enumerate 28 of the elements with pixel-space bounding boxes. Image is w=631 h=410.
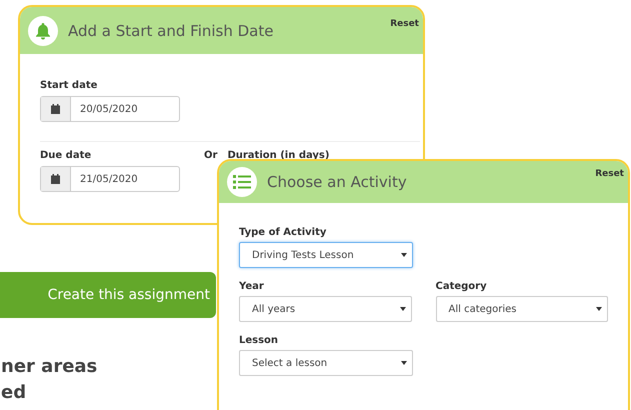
date-field[interactable]: 20/05/2020 bbox=[40, 96, 180, 122]
reset-link[interactable]: Reset bbox=[390, 19, 419, 29]
field-label: Year bbox=[239, 281, 265, 292]
field-label: Due date bbox=[40, 150, 92, 161]
caret-icon bbox=[596, 307, 602, 311]
field-label: Start date bbox=[40, 80, 98, 91]
field-label: Duration (in days) bbox=[227, 150, 330, 161]
field-label: Lesson bbox=[239, 335, 280, 346]
field-label: Category bbox=[436, 281, 488, 292]
date-field[interactable]: 21/05/2020 bbox=[40, 166, 180, 192]
calendar-icon bbox=[41, 97, 71, 121]
heading-text: ner areas bbox=[1, 355, 98, 379]
dropdown[interactable]: Driving Tests Lesson bbox=[239, 242, 413, 268]
dropdown[interactable]: All categories bbox=[436, 296, 608, 322]
bell-icon bbox=[28, 16, 58, 46]
or-label: Or bbox=[204, 150, 218, 161]
field-label: Type of Activity bbox=[239, 227, 328, 238]
reset-link[interactable]: Reset bbox=[595, 169, 624, 179]
caret-icon bbox=[400, 307, 406, 311]
calendar-icon bbox=[41, 167, 71, 191]
card-title: Add a Start and Finish Date bbox=[68, 22, 274, 40]
dropdown[interactable]: Select a lesson bbox=[239, 350, 413, 376]
caret-icon bbox=[401, 361, 407, 365]
dropdown[interactable]: All years bbox=[239, 296, 412, 322]
list-icon bbox=[227, 167, 257, 197]
card-title: Choose an Activity bbox=[267, 173, 408, 191]
caret-icon bbox=[401, 253, 407, 257]
heading-text: ed bbox=[1, 381, 28, 405]
